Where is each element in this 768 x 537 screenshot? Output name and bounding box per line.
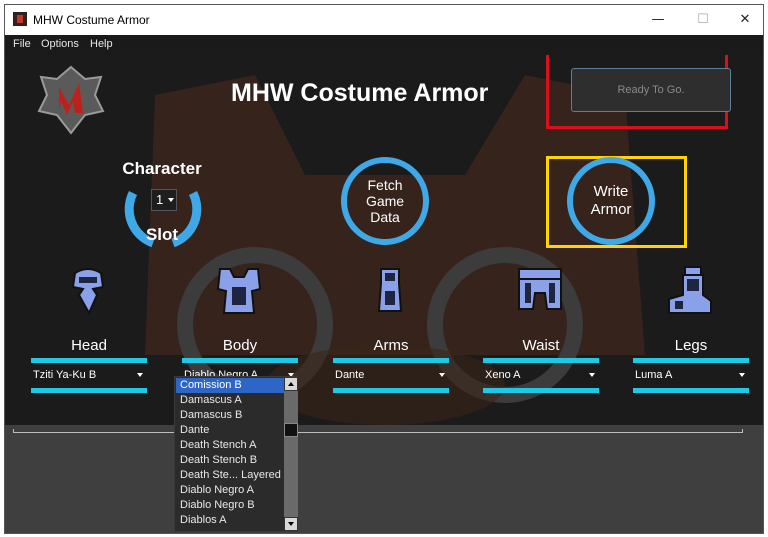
lower-area	[5, 425, 763, 533]
app-title: MHW Costume Armor	[231, 79, 489, 107]
list-item[interactable]: Diablos A	[176, 513, 284, 528]
waist-armor-icon	[518, 268, 562, 310]
list-item[interactable]: Death Stench A	[176, 438, 284, 453]
slot-bar	[483, 388, 599, 393]
app-logo	[37, 65, 105, 135]
list-item[interactable]: Dante	[176, 423, 284, 438]
write-armor-button[interactable]: Write Armor	[567, 157, 655, 245]
gauntlet-icon	[377, 268, 403, 312]
chestplate-icon	[216, 268, 262, 314]
window-title: MHW Costume Armor	[33, 13, 150, 27]
title-bar: MHW Costume Armor — ☐ ✕	[5, 5, 763, 35]
chevron-down-icon	[439, 373, 445, 377]
waist-dropdown[interactable]: Xeno A	[483, 364, 599, 386]
slot-bar	[633, 388, 749, 393]
slot-bar	[182, 358, 298, 363]
list-item[interactable]: Diablo Negro A	[176, 483, 284, 498]
write-button-label: Write Armor	[590, 183, 632, 218]
list-item[interactable]: Death Ste... Layered	[176, 468, 284, 483]
slot-bar	[31, 358, 147, 363]
chevron-down-icon	[739, 373, 745, 377]
close-button[interactable]: ✕	[730, 10, 760, 30]
menu-bar: File Options Help	[5, 35, 763, 55]
slot-bar	[483, 358, 599, 363]
legs-dropdown-value: Luma A	[635, 369, 673, 381]
slot-bar	[333, 388, 449, 393]
list-scrollbar[interactable]	[284, 377, 298, 531]
fetch-game-data-button[interactable]: Fetch Game Data	[341, 157, 429, 245]
character-slot-select[interactable]: 1	[151, 189, 177, 211]
fetch-button-label: Fetch Game Data	[365, 177, 405, 225]
slot-name-head: Head	[71, 337, 107, 354]
scroll-down-icon[interactable]	[284, 517, 298, 531]
body-dropdown-list[interactable]: Comission B Damascus A Damascus B Dante …	[174, 376, 298, 532]
slot-bar	[333, 358, 449, 363]
scroll-thumb[interactable]	[284, 423, 298, 437]
maximize-button[interactable]: ☐	[688, 10, 718, 30]
chevron-down-icon	[589, 373, 595, 377]
app-window: MHW Costume Armor — ☐ ✕ File Options Hel…	[4, 4, 764, 534]
head-dropdown[interactable]: Tziti Ya-Ku B	[31, 364, 147, 386]
slot-label: Slot	[145, 225, 179, 244]
list-item[interactable]: Damascus B	[176, 408, 284, 423]
helmet-icon	[71, 268, 105, 316]
slot-name-body: Body	[222, 337, 258, 354]
character-slot-value: 1	[156, 192, 164, 207]
scroll-up-icon[interactable]	[284, 377, 298, 391]
greaves-icon	[668, 266, 712, 314]
main-panel: MHW Costume Armor Ready To Go. Character…	[5, 55, 763, 425]
character-label: Character	[122, 159, 202, 178]
divider	[13, 429, 743, 433]
slot-name-waist: Waist	[522, 337, 560, 354]
legs-dropdown[interactable]: Luma A	[633, 364, 749, 386]
slot-bar	[31, 388, 147, 393]
arms-dropdown[interactable]: Dante	[333, 364, 449, 386]
chevron-down-icon	[137, 373, 143, 377]
slot-bar	[633, 358, 749, 363]
app-icon	[13, 12, 27, 26]
slot-name-legs: Legs	[674, 337, 708, 354]
arms-dropdown-value: Dante	[335, 369, 365, 381]
menu-options[interactable]: Options	[41, 38, 79, 50]
list-item[interactable]: Comission B	[176, 378, 284, 393]
menu-file[interactable]: File	[13, 38, 31, 50]
minimize-button[interactable]: —	[643, 10, 673, 30]
chevron-down-icon	[168, 198, 174, 202]
menu-help[interactable]: Help	[90, 38, 113, 50]
waist-dropdown-value: Xeno A	[485, 369, 521, 381]
slot-name-arms: Arms	[373, 337, 409, 354]
list-item[interactable]: Diablo Negro B	[176, 498, 284, 513]
list-item[interactable]: Damascus A	[176, 393, 284, 408]
status-button[interactable]: Ready To Go.	[571, 68, 731, 112]
head-dropdown-value: Tziti Ya-Ku B	[33, 369, 97, 381]
list-item[interactable]: Death Stench B	[176, 453, 284, 468]
